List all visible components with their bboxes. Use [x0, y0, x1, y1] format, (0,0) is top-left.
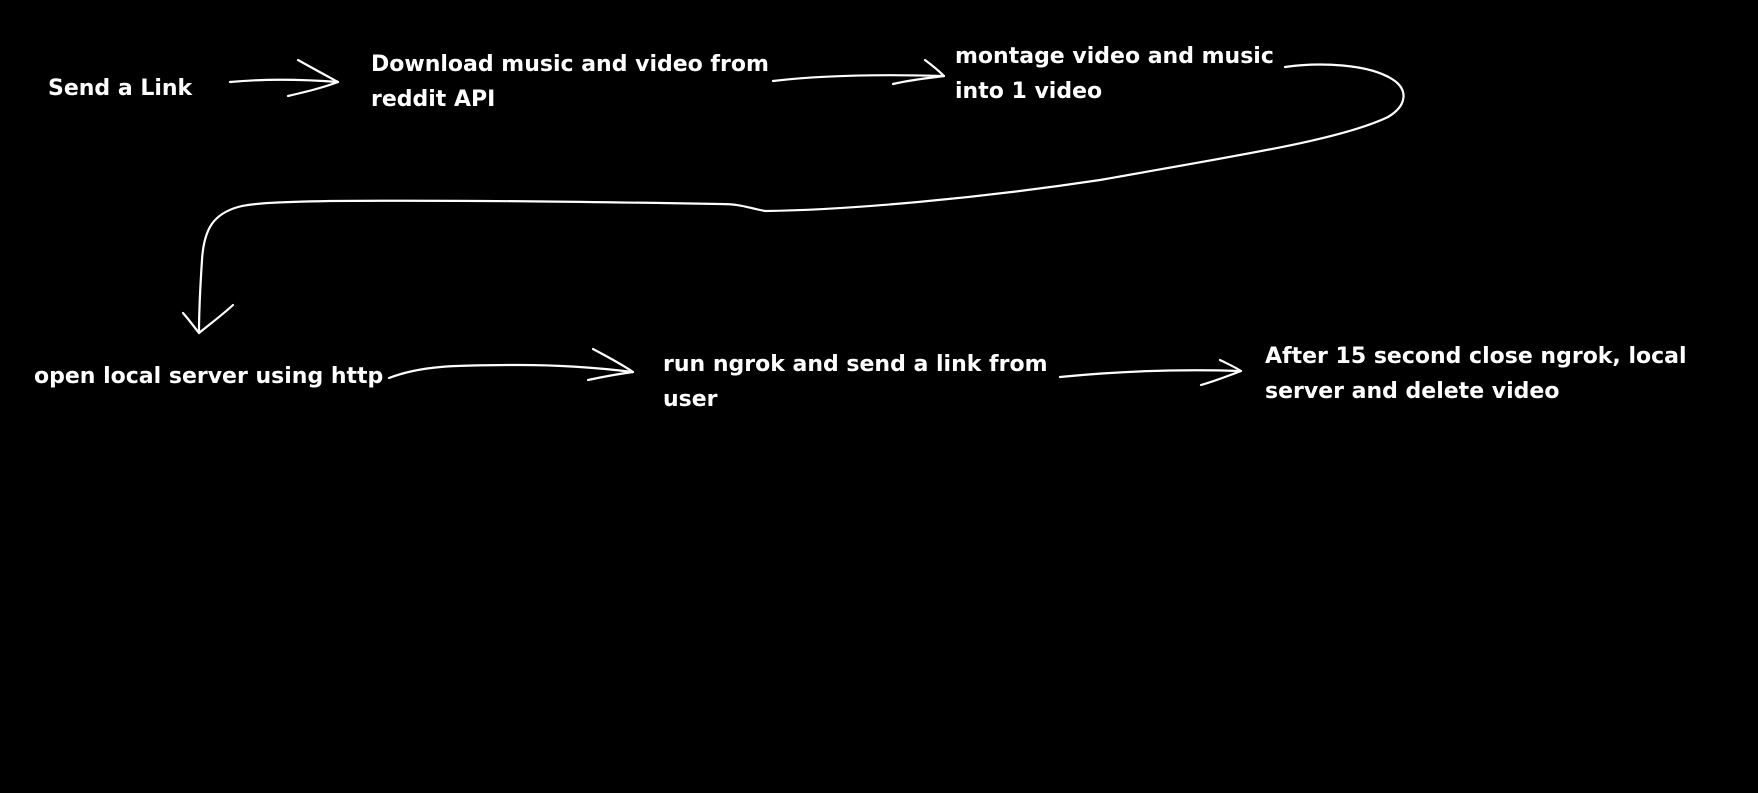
arrow-open-server-to-run-ngrok [387, 363, 635, 380]
arrowhead-montage-to-open-server [181, 303, 235, 335]
arrowhead-run-ngrok-to-cleanup [1199, 358, 1243, 387]
flow-diagram-canvas: Send a Link Download music and video fro… [0, 0, 1758, 793]
arrow-run-ngrok-to-cleanup [1058, 369, 1243, 379]
arrowhead-open-server-to-run-ngrok [586, 347, 635, 382]
arrowhead-send-link-to-download [286, 58, 340, 98]
arrow-send-link-to-download [228, 78, 340, 84]
arrowhead-download-to-montage [891, 58, 946, 86]
connector-arrows [181, 58, 1405, 387]
arrow-montage-to-open-server [197, 63, 1405, 335]
